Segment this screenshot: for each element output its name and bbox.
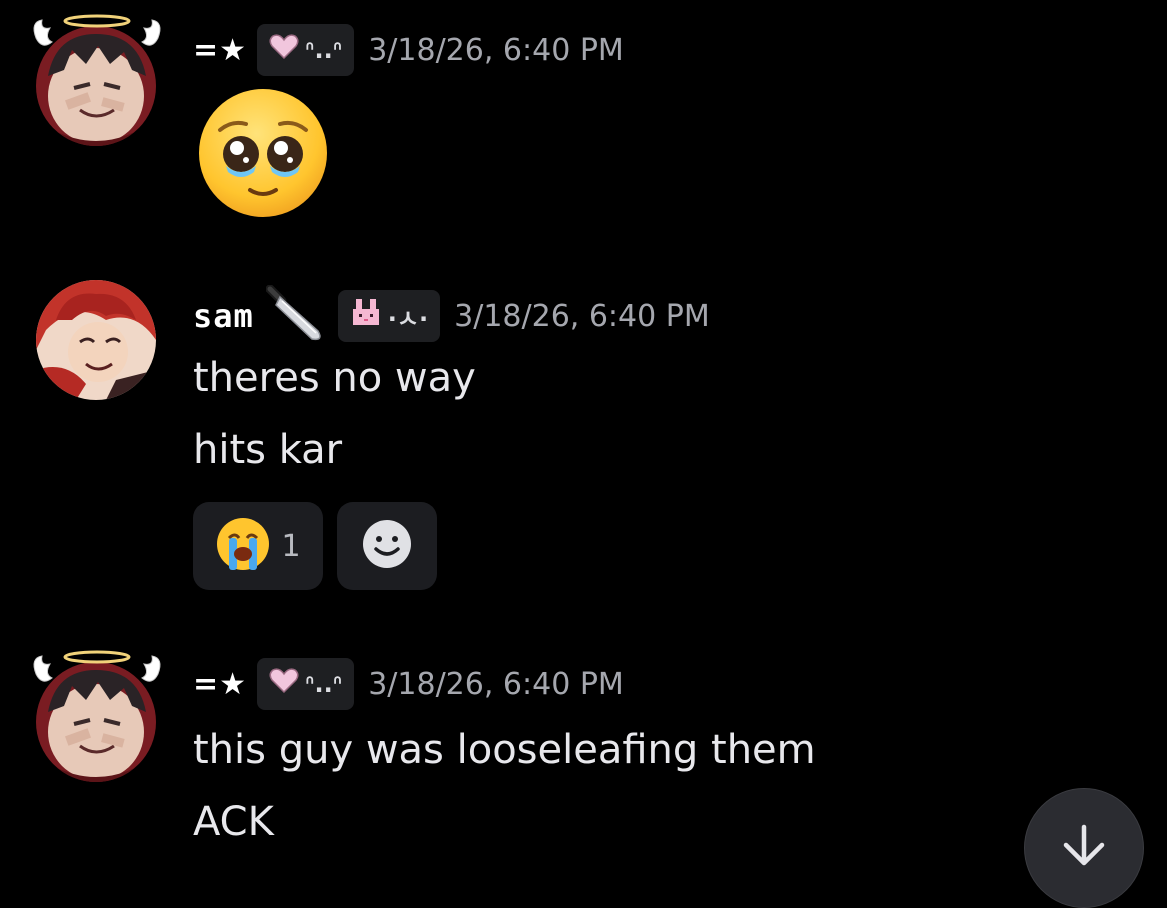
jump-to-bottom-button[interactable] bbox=[1024, 788, 1144, 908]
arrow-down-icon bbox=[1060, 823, 1108, 873]
server-tag[interactable]: ᐢ..ᐢ bbox=[257, 24, 355, 76]
server-tag[interactable]: ᐢ..ᐢ bbox=[257, 658, 355, 710]
avatar[interactable] bbox=[36, 280, 156, 400]
timestamp: 3/18/26, 6:40 PM bbox=[368, 32, 624, 68]
pink-heart-icon bbox=[269, 34, 299, 66]
message-header: =★ ᐢ..ᐢ 3/18/26, 6:40 PM bbox=[193, 24, 624, 76]
message-header: =★ ᐢ..ᐢ 3/18/26, 6:40 PM bbox=[193, 658, 624, 710]
message-text: this guy was looseleafing them bbox=[193, 727, 816, 773]
tag-label: ·ㅅ· bbox=[387, 304, 429, 333]
timestamp: 3/18/26, 6:40 PM bbox=[454, 298, 710, 334]
avatar[interactable] bbox=[36, 26, 156, 146]
message-text: theres no way bbox=[193, 355, 476, 401]
username[interactable]: =★ bbox=[193, 33, 247, 68]
add-reaction-button[interactable] bbox=[337, 502, 437, 590]
loudly-crying-face-emoji bbox=[215, 516, 271, 576]
knife-icon bbox=[265, 284, 326, 347]
pink-bunny-icon bbox=[350, 299, 382, 333]
message-text: hits kar bbox=[193, 427, 343, 473]
pink-heart-icon bbox=[269, 668, 299, 700]
pleading-face-emoji bbox=[199, 89, 327, 217]
avatar[interactable] bbox=[36, 662, 156, 782]
tag-label: ᐢ..ᐢ bbox=[305, 36, 343, 64]
tag-label: ᐢ..ᐢ bbox=[305, 670, 343, 698]
timestamp: 3/18/26, 6:40 PM bbox=[368, 666, 624, 702]
server-tag[interactable]: ·ㅅ· bbox=[337, 290, 441, 342]
username[interactable]: =★ bbox=[193, 667, 247, 702]
message-text: ACK bbox=[193, 799, 274, 845]
username[interactable]: sam bbox=[193, 297, 254, 335]
message-header: sam ·ㅅ· 3/18/26, 6:40 PM bbox=[193, 284, 710, 342]
reaction-loudly-crying[interactable]: 1 bbox=[193, 502, 323, 590]
add-reaction-icon bbox=[362, 519, 412, 573]
reaction-count: 1 bbox=[281, 528, 301, 564]
